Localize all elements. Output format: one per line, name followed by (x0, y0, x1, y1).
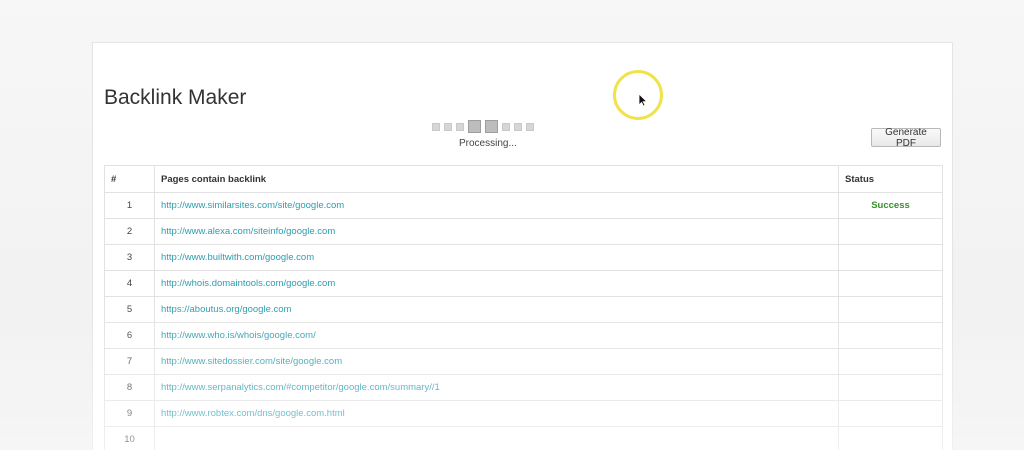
status-cell (838, 348, 943, 375)
status-cell (838, 244, 943, 271)
status-cell (838, 322, 943, 349)
backlink-url[interactable]: https://aboutus.org/google.com (154, 296, 839, 323)
table-row: 9 http://www.robtex.com/dns/google.com.h… (104, 400, 943, 427)
backlink-url[interactable]: http://www.robtex.com/dns/google.com.htm… (154, 400, 839, 427)
row-number: 4 (104, 270, 155, 297)
row-number: 1 (104, 192, 155, 219)
backlink-url[interactable]: http://www.alexa.com/siteinfo/google.com (154, 218, 839, 245)
backlink-url[interactable]: http://www.similarsites.com/site/google.… (154, 192, 839, 219)
backlink-url[interactable]: http://www.sitedossier.com/site/google.c… (154, 348, 839, 375)
row-number: 7 (104, 348, 155, 375)
status-cell (838, 270, 943, 297)
table-row: 2 http://www.alexa.com/siteinfo/google.c… (104, 218, 943, 245)
backlink-maker-panel: Backlink Maker Processing... Generate PD… (92, 42, 953, 450)
loading-indicator (432, 120, 534, 133)
status-cell (838, 400, 943, 427)
table-row: 10 (104, 426, 943, 450)
loader-square-active (468, 120, 481, 133)
loader-square (456, 122, 464, 131)
row-number: 6 (104, 322, 155, 349)
page-title: Backlink Maker (104, 86, 247, 109)
status-cell (838, 218, 943, 245)
status-cell: Success (838, 192, 943, 219)
table-row: 1 http://www.similarsites.com/site/googl… (104, 192, 943, 219)
backlink-url[interactable]: http://whois.domaintools.com/google.com (154, 270, 839, 297)
column-header-pages: Pages contain backlink (154, 165, 839, 193)
row-number: 10 (104, 426, 155, 450)
backlink-url[interactable]: http://www.builtwith.com/google.com (154, 244, 839, 271)
row-number: 2 (104, 218, 155, 245)
table-row: 7 http://www.sitedossier.com/site/google… (104, 348, 943, 375)
row-number: 5 (104, 296, 155, 323)
column-header-num: # (104, 165, 155, 193)
table-row: 6 http://www.who.is/whois/google.com/ (104, 322, 943, 349)
column-header-status: Status (838, 165, 943, 193)
table-row: 5 https://aboutus.org/google.com (104, 296, 943, 323)
row-number: 3 (104, 244, 155, 271)
backlink-url[interactable] (154, 426, 839, 450)
table-header-row: # Pages contain backlink Status (104, 165, 943, 193)
page: Backlink Maker Processing... Generate PD… (0, 0, 1024, 450)
backlink-url[interactable]: http://www.serpanalytics.com/#competitor… (154, 374, 839, 401)
loader-square (514, 122, 522, 131)
loader-square (444, 122, 452, 131)
status-cell (838, 426, 943, 450)
loader-square (526, 122, 534, 131)
backlink-url[interactable]: http://www.who.is/whois/google.com/ (154, 322, 839, 349)
table-row: 3 http://www.builtwith.com/google.com (104, 244, 943, 271)
loader-square (432, 122, 440, 131)
generate-pdf-button[interactable]: Generate PDF (871, 127, 941, 149)
loader-square (502, 122, 510, 131)
table-row: 4 http://whois.domaintools.com/google.co… (104, 270, 943, 297)
status-cell (838, 374, 943, 401)
backlinks-table: # Pages contain backlink Status 1 http:/… (104, 165, 943, 450)
table-row: 8 http://www.serpanalytics.com/#competit… (104, 374, 943, 401)
status-cell (838, 296, 943, 323)
processing-status: Processing... (459, 138, 517, 149)
mouse-pointer-icon (638, 93, 648, 112)
row-number: 9 (104, 400, 155, 427)
loader-square-active (485, 120, 498, 133)
row-number: 8 (104, 374, 155, 401)
